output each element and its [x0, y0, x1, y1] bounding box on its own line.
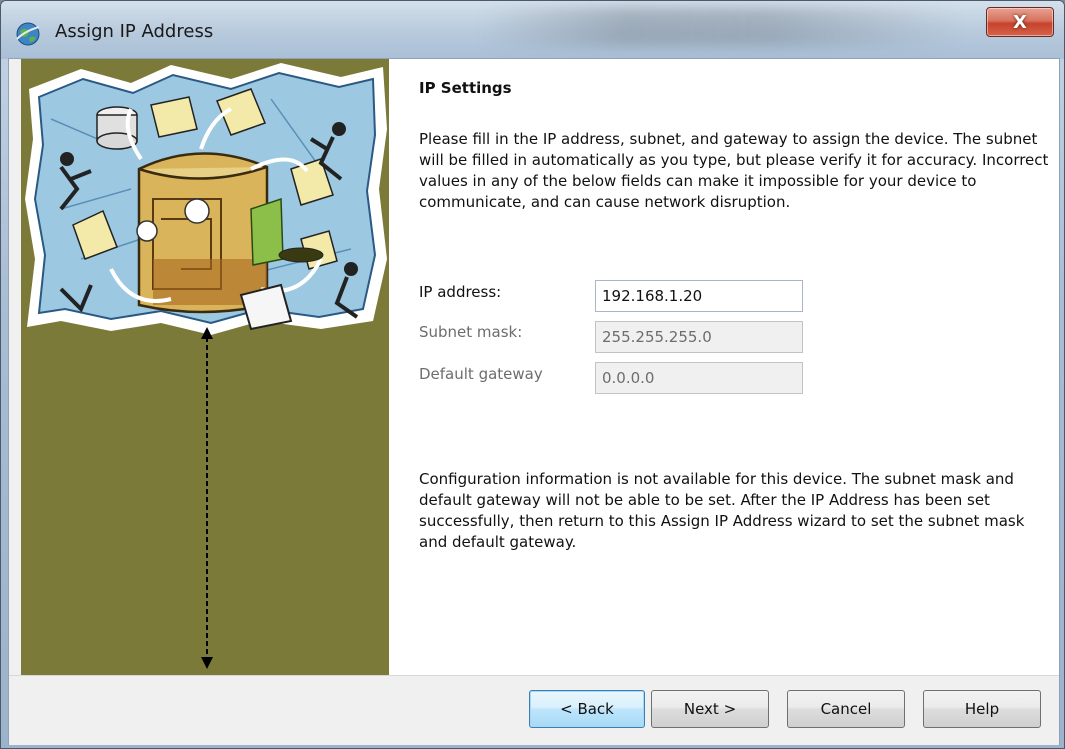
ip-address-field[interactable]: 192.168.1.20	[595, 280, 803, 312]
back-button[interactable]: < Back	[529, 690, 645, 728]
wizard-side-panel	[21, 59, 389, 675]
assign-ip-window: Assign IP Address X IP Settings Please f…	[0, 0, 1065, 749]
subnet-mask-label: Subnet mask:	[419, 323, 523, 341]
title-bar[interactable]: Assign IP Address X	[1, 1, 1064, 59]
default-gateway-label: Default gateway	[419, 365, 543, 383]
window-title: Assign IP Address	[55, 21, 214, 42]
vertical-double-arrow-icon	[201, 327, 213, 669]
wizard-button-bar: < Back Next > Cancel Help	[9, 675, 1059, 745]
default-gateway-field: 0.0.0.0	[595, 362, 803, 394]
network-globe-icon	[16, 22, 40, 46]
subnet-mask-field: 255.255.255.0	[595, 321, 803, 353]
title-bar-background-blur	[481, 7, 961, 47]
cancel-button[interactable]: Cancel	[787, 690, 905, 728]
next-button[interactable]: Next >	[651, 690, 769, 728]
wizard-client-area: IP Settings Please fill in the IP addres…	[8, 58, 1060, 745]
network-devices-illustration	[25, 63, 387, 335]
ip-address-label: IP address:	[419, 283, 502, 301]
help-button[interactable]: Help	[923, 690, 1041, 728]
close-button[interactable]: X	[986, 7, 1054, 37]
configuration-note: Configuration information is not availab…	[419, 470, 1025, 551]
section-heading: IP Settings	[419, 79, 512, 97]
intro-text: Please fill in the IP address, subnet, a…	[419, 130, 1049, 211]
